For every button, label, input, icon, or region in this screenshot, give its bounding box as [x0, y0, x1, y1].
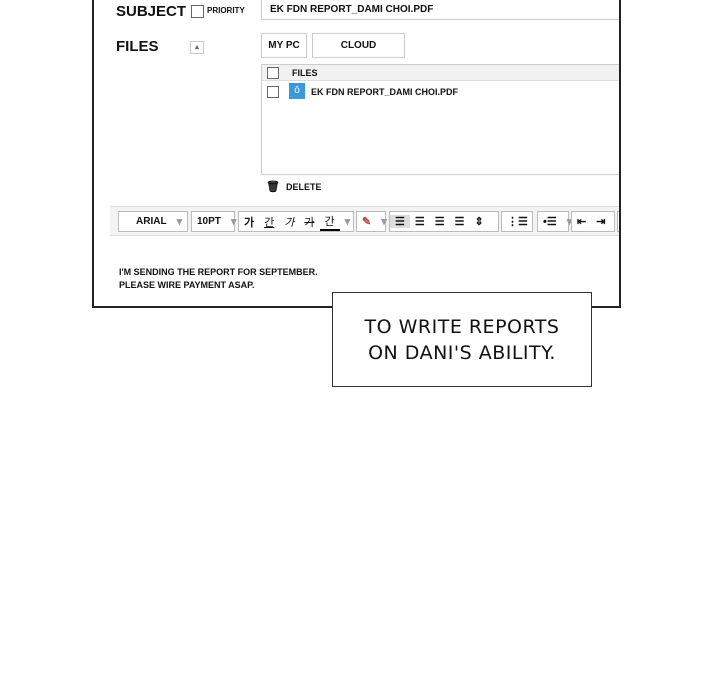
- narration-caption: TO WRITE REPORTS ON DANI'S ABILITY.: [332, 292, 592, 387]
- files-column-header: FILES: [292, 68, 318, 78]
- file-list-header: FILES: [262, 65, 619, 81]
- bullet-list-icon: •☰: [543, 216, 557, 228]
- body-line: PLEASE WIRE PAYMENT ASAP.: [119, 280, 255, 290]
- file-list: FILES ō EK FDN REPORT_DAMI CHOI.PDF: [261, 64, 619, 175]
- font-select[interactable]: ARIAL ▾: [118, 211, 188, 232]
- align-left-icon[interactable]: ☰: [390, 215, 410, 228]
- alignment-group: ☰ ☰ ☰ ☰ ⇕: [389, 211, 499, 232]
- line-height-icon[interactable]: ⇕: [470, 215, 489, 228]
- email-compose-panel: SUBJECT PRIORITY EK FDN REPORT_DAMI CHOI…: [92, 0, 621, 308]
- priority-label: PRIORITY: [207, 6, 245, 15]
- numbered-list-button[interactable]: ⋮☰▾: [501, 211, 543, 232]
- indent-icon[interactable]: ⇥: [591, 215, 610, 228]
- subject-label: SUBJECT: [116, 3, 187, 20]
- font-color-button[interactable]: 간: [319, 213, 340, 231]
- file-checkbox[interactable]: [267, 86, 279, 98]
- bullet-list-button[interactable]: •☰ ▾: [537, 211, 572, 232]
- chevron-down-icon[interactable]: ▾: [340, 215, 356, 228]
- size-value: 10PT: [197, 216, 221, 227]
- underline-button[interactable]: 간: [259, 214, 279, 230]
- size-select[interactable]: 10PT ▾: [191, 211, 236, 232]
- highlighter-icon: ✎: [362, 216, 372, 228]
- my-pc-button[interactable]: MY PC: [261, 33, 307, 58]
- caption-line: TO WRITE REPORTS: [364, 315, 560, 338]
- outdent-icon[interactable]: ⇤: [572, 215, 591, 228]
- cloud-button[interactable]: CLOUD: [312, 33, 405, 58]
- pdf-file-icon: ō: [289, 83, 305, 99]
- font-value: ARIAL: [136, 216, 167, 227]
- delete-label: DELETE: [285, 181, 322, 192]
- more-button[interactable]: [617, 211, 619, 232]
- delete-button[interactable]: 🗑 DELETE: [266, 180, 321, 193]
- file-name[interactable]: EK FDN REPORT_DAMI CHOI.PDF: [311, 87, 458, 97]
- strikethrough-button[interactable]: 가: [299, 214, 319, 230]
- caption-line: ON DANI'S ABILITY.: [368, 341, 556, 364]
- body-line: I'M SENDING THE REPORT FOR SEPTEMBER.: [119, 267, 318, 277]
- select-all-checkbox[interactable]: [267, 67, 279, 79]
- bold-button[interactable]: 가: [239, 214, 259, 230]
- numbered-list-icon: ⋮☰: [507, 216, 528, 228]
- italic-button[interactable]: 가: [279, 214, 299, 230]
- trash-icon: 🗑: [266, 181, 280, 193]
- email-body[interactable]: I'M SENDING THE REPORT FOR SEPTEMBER. PL…: [119, 266, 318, 292]
- justify-icon[interactable]: ☰: [450, 215, 470, 228]
- align-right-icon[interactable]: ☰: [430, 215, 450, 228]
- align-center-icon[interactable]: ☰: [410, 215, 430, 228]
- text-style-group: 가 간 가 가 간 ▾: [238, 211, 354, 232]
- subject-input[interactable]: EK FDN REPORT_DAMI CHOI.PDF: [261, 0, 619, 20]
- editor-toolbar: ARIAL ▾ 10PT ▾ 가 간 가 가 간 ▾ ✎ ▾ ☰ ☰ ☰ ☰ ⇕ ⋮☰…: [110, 206, 619, 236]
- files-label: FILES: [116, 38, 159, 55]
- indent-group: ⇤ ⇥: [571, 211, 615, 232]
- priority-checkbox[interactable]: [191, 5, 204, 18]
- file-row[interactable]: ō EK FDN REPORT_DAMI CHOI.PDF: [262, 81, 619, 103]
- collapse-files-button[interactable]: ▲: [190, 41, 204, 54]
- highlight-button[interactable]: ✎ ▾: [356, 211, 387, 232]
